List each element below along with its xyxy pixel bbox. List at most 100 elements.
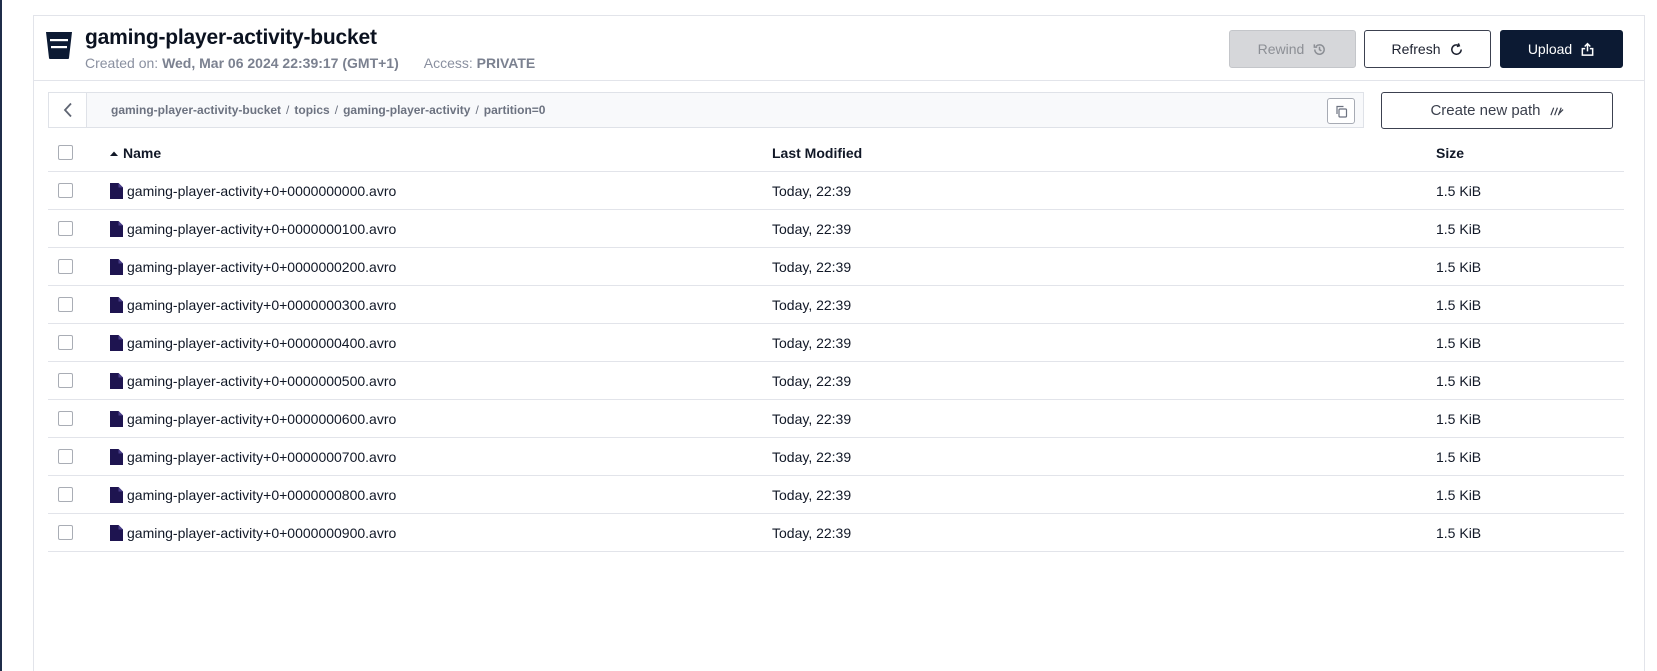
file-size: 1.5 KiB — [1436, 525, 1482, 541]
file-name[interactable]: gaming-player-activity+0+0000000900.avro — [127, 525, 396, 541]
rewind-button[interactable]: Rewind — [1229, 30, 1356, 68]
breadcrumb-item-partition[interactable]: partition=0 — [484, 103, 546, 117]
refresh-icon — [1450, 42, 1462, 55]
created-label: Created on: — [85, 55, 159, 71]
upload-label: Upload — [1527, 41, 1573, 57]
table-row[interactable]: gaming-player-activity+0+0000000000.avro… — [48, 172, 1624, 210]
row-checkbox[interactable] — [58, 259, 73, 274]
sort-ascending-icon — [110, 151, 118, 156]
file-icon — [110, 449, 123, 465]
column-header-modified[interactable]: Last Modified — [772, 145, 862, 161]
row-checkbox[interactable] — [58, 335, 73, 350]
row-checkbox[interactable] — [58, 221, 73, 236]
row-checkbox[interactable] — [58, 525, 73, 540]
file-modified: Today, 22:39 — [772, 487, 852, 503]
refresh-button[interactable]: Refresh — [1364, 30, 1491, 68]
file-size: 1.5 KiB — [1436, 449, 1482, 465]
breadcrumb-item-topics[interactable]: topics — [294, 103, 329, 117]
row-checkbox[interactable] — [58, 297, 73, 312]
file-name[interactable]: gaming-player-activity+0+0000000200.avro — [127, 259, 396, 275]
file-name[interactable]: gaming-player-activity+0+0000000500.avro — [127, 373, 396, 389]
table-row[interactable]: gaming-player-activity+0+0000000300.avro… — [48, 286, 1624, 324]
table-row[interactable]: gaming-player-activity+0+0000000100.avro… — [48, 210, 1624, 248]
file-size: 1.5 KiB — [1436, 373, 1482, 389]
row-checkbox[interactable] — [58, 487, 73, 502]
breadcrumb-separator: / — [286, 103, 290, 117]
file-name[interactable]: gaming-player-activity+0+0000000700.avro — [127, 449, 396, 465]
file-modified: Today, 22:39 — [772, 411, 852, 427]
path-icon — [1549, 107, 1564, 116]
row-checkbox[interactable] — [58, 373, 73, 388]
bucket-icon — [46, 32, 72, 59]
file-modified: Today, 22:39 — [772, 221, 852, 237]
file-modified: Today, 22:39 — [772, 183, 852, 199]
select-all-checkbox[interactable] — [58, 145, 73, 160]
file-icon — [110, 411, 123, 427]
file-icon — [110, 221, 123, 237]
file-icon — [110, 373, 123, 389]
row-checkbox[interactable] — [58, 411, 73, 426]
file-icon — [110, 297, 123, 313]
rewind-label: Rewind — [1257, 41, 1305, 57]
table-row[interactable]: gaming-player-activity+0+0000000800.avro… — [48, 476, 1624, 514]
back-button[interactable] — [49, 93, 87, 127]
file-name[interactable]: gaming-player-activity+0+0000000600.avro — [127, 411, 396, 427]
upload-icon — [1581, 42, 1594, 56]
breadcrumb-separator: / — [475, 103, 479, 117]
breadcrumb-item-activity[interactable]: gaming-player-activity — [343, 103, 470, 117]
file-size: 1.5 KiB — [1436, 335, 1482, 351]
file-name[interactable]: gaming-player-activity+0+0000000100.avro — [127, 221, 396, 237]
file-name[interactable]: gaming-player-activity+0+0000000800.avro — [127, 487, 396, 503]
table-row[interactable]: gaming-player-activity+0+0000000400.avro… — [48, 324, 1624, 362]
file-size: 1.5 KiB — [1436, 487, 1482, 503]
column-header-name-label: Name — [123, 145, 162, 161]
row-checkbox[interactable] — [58, 183, 73, 198]
file-size: 1.5 KiB — [1436, 183, 1482, 199]
row-checkbox[interactable] — [58, 449, 73, 464]
table-row[interactable]: gaming-player-activity+0+0000000600.avro… — [48, 400, 1624, 438]
bucket-panel: gaming-player-activity-bucket Created on… — [33, 15, 1645, 671]
create-new-path-button[interactable]: Create new path — [1381, 92, 1613, 129]
file-icon — [110, 487, 123, 503]
file-icon — [110, 183, 123, 199]
file-name[interactable]: gaming-player-activity+0+0000000000.avro — [127, 183, 396, 199]
upload-button[interactable]: Upload — [1500, 30, 1623, 68]
table-row[interactable]: gaming-player-activity+0+0000000500.avro… — [48, 362, 1624, 400]
file-modified: Today, 22:39 — [772, 525, 852, 541]
column-header-size[interactable]: Size — [1436, 145, 1464, 161]
breadcrumb-separator: / — [334, 103, 339, 117]
file-modified: Today, 22:39 — [772, 335, 852, 351]
bucket-meta: Created on: Wed, Mar 06 2024 22:39:17 (G… — [85, 55, 535, 71]
path-bar: gaming-player-activity-bucket / topics / gam… — [48, 92, 1364, 128]
file-modified: Today, 22:39 — [772, 373, 852, 389]
file-size: 1.5 KiB — [1436, 221, 1482, 237]
file-icon — [110, 259, 123, 275]
file-modified: Today, 22:39 — [772, 449, 852, 465]
file-table: Name Last Modified Size gaming-player-ac… — [48, 134, 1624, 552]
table-row[interactable]: gaming-player-activity+0+0000000700.avro… — [48, 438, 1624, 476]
file-icon — [110, 525, 123, 541]
table-row[interactable]: gaming-player-activity+0+0000000200.avro… — [48, 248, 1624, 286]
breadcrumb-item-bucket[interactable]: gaming-player-activity-bucket — [111, 103, 281, 117]
file-name[interactable]: gaming-player-activity+0+0000000400.avro — [127, 335, 396, 351]
page-title: gaming-player-activity-bucket — [85, 26, 377, 49]
create-path-label: Create new path — [1430, 102, 1541, 119]
file-name[interactable]: gaming-player-activity+0+0000000300.avro — [127, 297, 396, 313]
file-modified: Today, 22:39 — [772, 259, 852, 275]
bucket-header: gaming-player-activity-bucket Created on… — [34, 16, 1644, 81]
access-value: PRIVATE — [476, 55, 536, 71]
chevron-left-icon — [63, 102, 72, 118]
refresh-label: Refresh — [1391, 41, 1441, 57]
window-edge — [0, 0, 2, 671]
copy-icon — [1335, 105, 1347, 118]
access-label: Access: — [423, 55, 473, 71]
column-header-name[interactable]: Name — [109, 145, 161, 161]
file-size: 1.5 KiB — [1436, 297, 1482, 313]
file-icon — [110, 335, 123, 351]
copy-path-button[interactable] — [1327, 98, 1355, 124]
created-value: Wed, Mar 06 2024 22:39:17 (GMT+1) — [162, 55, 399, 71]
table-row[interactable]: gaming-player-activity+0+0000000900.avro… — [48, 514, 1624, 552]
file-modified: Today, 22:39 — [772, 297, 852, 313]
history-icon — [1313, 43, 1326, 55]
file-size: 1.5 KiB — [1436, 259, 1482, 275]
